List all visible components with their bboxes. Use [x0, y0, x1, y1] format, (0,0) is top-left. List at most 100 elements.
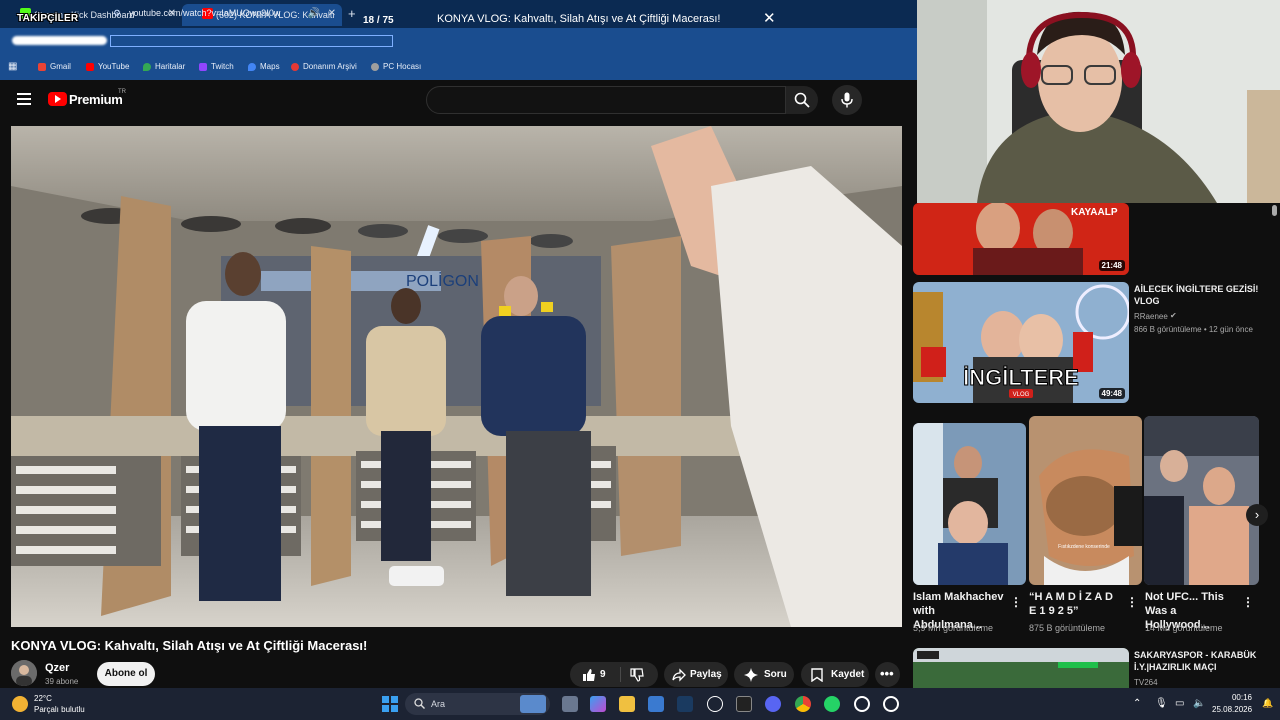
- related-video-thumbnail[interactable]: İNGİLTERE VLOG 49:48: [913, 282, 1129, 403]
- search-query-text: KONYA VLOG: Kahvaltı, Silah Atışı ve At …: [437, 13, 721, 25]
- chevron-up-icon[interactable]: ⌃: [1133, 698, 1141, 709]
- subscriber-count: 39 abone: [45, 677, 79, 686]
- more-vertical-icon[interactable]: ⋮: [1010, 595, 1022, 609]
- thumbnail-image: [913, 423, 1026, 585]
- more-vertical-icon[interactable]: ⋮: [1242, 595, 1254, 609]
- bookmark-youtube[interactable]: YouTube: [86, 62, 129, 71]
- windows-taskbar: 22°C Parçalı bulutlu Ara ⌃ 🎙 ▭ 🔈 00:16 2…: [0, 688, 1280, 720]
- microsoft-store-icon[interactable]: [648, 696, 664, 712]
- bookmark-haritalar[interactable]: Haritalar: [143, 62, 185, 71]
- site-info-icon[interactable]: ⚙: [113, 8, 121, 19]
- search-input[interactable]: [426, 86, 786, 114]
- youtube-icon: [86, 62, 94, 71]
- speaker-icon[interactable]: 🔈: [1193, 698, 1205, 709]
- video-player[interactable]: POLİGON: [11, 126, 902, 627]
- taskbar-search[interactable]: [405, 693, 550, 715]
- related-video-meta: 866 B görüntüleme • 12 gün önce: [1134, 325, 1253, 334]
- related-video-title[interactable]: AİLECEK İNGİLTERE GEZİSİ! VLOG: [1134, 283, 1264, 307]
- share-button[interactable]: Paylaş: [664, 662, 728, 687]
- voice-search-button[interactable]: [832, 85, 862, 115]
- channel-name[interactable]: Qzer: [45, 662, 69, 674]
- search-icon: [414, 698, 425, 709]
- short-views: 5,9 Mn görüntüleme: [913, 623, 994, 633]
- ask-button[interactable]: Soru: [734, 662, 794, 687]
- save-button[interactable]: Kaydet: [801, 662, 869, 687]
- short-views: 875 B görüntüleme: [1029, 623, 1106, 633]
- like-count: 9: [600, 669, 606, 680]
- thumbnail-image: [913, 648, 1129, 688]
- video-duration: 49:48: [1098, 388, 1125, 399]
- obs-icon[interactable]: [854, 696, 870, 712]
- clock-time[interactable]: 00:16: [1228, 693, 1252, 702]
- svg-text:KAYAALP: KAYAALP: [1071, 207, 1118, 218]
- thumbnail-text: İNGİLTERE: [963, 365, 1079, 390]
- dislike-icon[interactable]: [630, 668, 644, 682]
- github-icon[interactable]: [883, 696, 899, 712]
- url-text: youtube.com/watch?v=IaMUQwq9I0w: [129, 8, 281, 18]
- save-label: Kaydet: [831, 669, 865, 680]
- microphone-icon[interactable]: 🎙: [1155, 698, 1168, 709]
- youtube-logo-icon[interactable]: [48, 92, 67, 106]
- short-thumbnail[interactable]: [1144, 416, 1259, 585]
- discord-icon[interactable]: [765, 696, 781, 712]
- weather-temperature[interactable]: 22°C: [34, 694, 52, 703]
- sidebar-scrollbar[interactable]: [1268, 203, 1280, 688]
- hamburger-menu-icon[interactable]: [17, 93, 31, 105]
- more-vertical-icon[interactable]: ⋮: [1126, 595, 1138, 609]
- copilot-icon[interactable]: [590, 696, 606, 712]
- bookmark-pc-hocasi[interactable]: PC Hocası: [371, 62, 421, 71]
- thumbnail-badge: VLOG: [1013, 392, 1030, 398]
- shorts-next-button[interactable]: ›: [1246, 504, 1268, 526]
- maps-pin-icon: [143, 62, 151, 71]
- clear-search-icon[interactable]: ✕: [763, 9, 776, 27]
- search-icon: [794, 92, 810, 108]
- like-dislike-group: 9: [570, 662, 658, 687]
- maps-pin-icon: [248, 62, 256, 71]
- apps-grid-icon[interactable]: ▦: [8, 61, 17, 72]
- region-code: TR: [118, 89, 126, 95]
- divider: [620, 667, 621, 682]
- clock-date[interactable]: 25.08.2026: [1212, 705, 1252, 714]
- related-video-thumbnail[interactable]: KAYAALP 21:48: [913, 203, 1129, 275]
- speaker-icon[interactable]: 🔊: [308, 8, 320, 19]
- related-video-title[interactable]: SAKARYASPOR - KARABÜK İ.Y.|HAZIRLIK MAÇI: [1134, 649, 1264, 673]
- related-video-thumbnail[interactable]: [913, 648, 1129, 688]
- new-tab-button[interactable]: +: [348, 6, 356, 21]
- start-button[interactable]: [382, 696, 398, 712]
- network-icon[interactable]: ▭: [1175, 698, 1184, 709]
- url-input[interactable]: [110, 35, 393, 47]
- file-explorer-icon[interactable]: [619, 696, 635, 712]
- chatgpt-icon[interactable]: [707, 696, 723, 712]
- bookmark-gmail[interactable]: Gmail: [38, 62, 71, 71]
- related-video-channel[interactable]: RRaenee: [1134, 312, 1168, 321]
- youtube-premium-logo-text[interactable]: Premium: [69, 92, 123, 107]
- short-thumbnail[interactable]: [913, 423, 1026, 585]
- short-thumbnail[interactable]: Fıstıkzdene konserinde: [1029, 416, 1142, 585]
- followers-overlay-label: TAKİPÇİLER: [17, 13, 79, 24]
- epic-games-icon[interactable]: [736, 696, 752, 712]
- thumbnail-image: Fıstıkzdene konserinde: [1029, 416, 1142, 585]
- related-video-channel[interactable]: TV264: [1134, 678, 1158, 687]
- bookmark-maps[interactable]: Maps: [248, 62, 280, 71]
- close-tab-icon[interactable]: ✕: [328, 8, 336, 19]
- task-view-icon[interactable]: [562, 696, 578, 712]
- whatsapp-icon[interactable]: [824, 696, 840, 712]
- bookmark-donanim-arsivi[interactable]: Donanım Arşivi: [291, 62, 357, 71]
- search-button[interactable]: [786, 86, 818, 114]
- weather-description[interactable]: Parçalı bulutlu: [34, 705, 85, 714]
- subscribe-button[interactable]: Abone ol: [97, 662, 155, 686]
- chrome-icon[interactable]: [795, 696, 811, 712]
- thumbnail-image: [1144, 416, 1259, 585]
- weather-sun-icon[interactable]: [12, 696, 28, 712]
- bookmark-twitch[interactable]: Twitch: [199, 62, 234, 71]
- channel-avatar[interactable]: [11, 660, 37, 686]
- steam-icon[interactable]: [677, 696, 693, 712]
- short-title[interactable]: “H A M D İ Z A D E 1 9 2 5”: [1029, 590, 1121, 618]
- donanim-arsivi-icon: [291, 62, 299, 71]
- more-actions-button[interactable]: •••: [875, 662, 900, 687]
- scrollbar-thumb[interactable]: [1272, 205, 1277, 216]
- like-icon[interactable]: [582, 668, 596, 682]
- notification-bell-icon[interactable]: 🔔: [1262, 698, 1273, 709]
- webcam-overlay: [917, 0, 1280, 203]
- webcam-feed-image: [917, 0, 1280, 203]
